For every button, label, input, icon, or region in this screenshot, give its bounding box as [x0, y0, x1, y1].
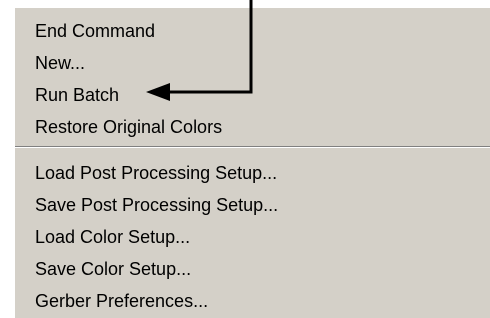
menu-item-restore-original-colors[interactable]: Restore Original Colors — [35, 112, 222, 142]
context-menu: End Command New... Run Batch Restore Ori… — [13, 6, 490, 318]
menu-item-load-color-setup[interactable]: Load Color Setup... — [35, 222, 190, 252]
menu-item-save-post-processing-setup[interactable]: Save Post Processing Setup... — [35, 190, 278, 220]
menu-item-load-post-processing-setup[interactable]: Load Post Processing Setup... — [35, 158, 277, 188]
menu-item-gerber-preferences[interactable]: Gerber Preferences... — [35, 286, 208, 316]
screenshot-stage: End Command New... Run Batch Restore Ori… — [0, 0, 490, 318]
menu-item-run-batch[interactable]: Run Batch — [35, 80, 119, 110]
menu-item-new[interactable]: New... — [35, 48, 85, 78]
menu-separator — [15, 146, 490, 148]
menu-item-end-command[interactable]: End Command — [35, 16, 155, 46]
menu-item-save-color-setup[interactable]: Save Color Setup... — [35, 254, 191, 284]
